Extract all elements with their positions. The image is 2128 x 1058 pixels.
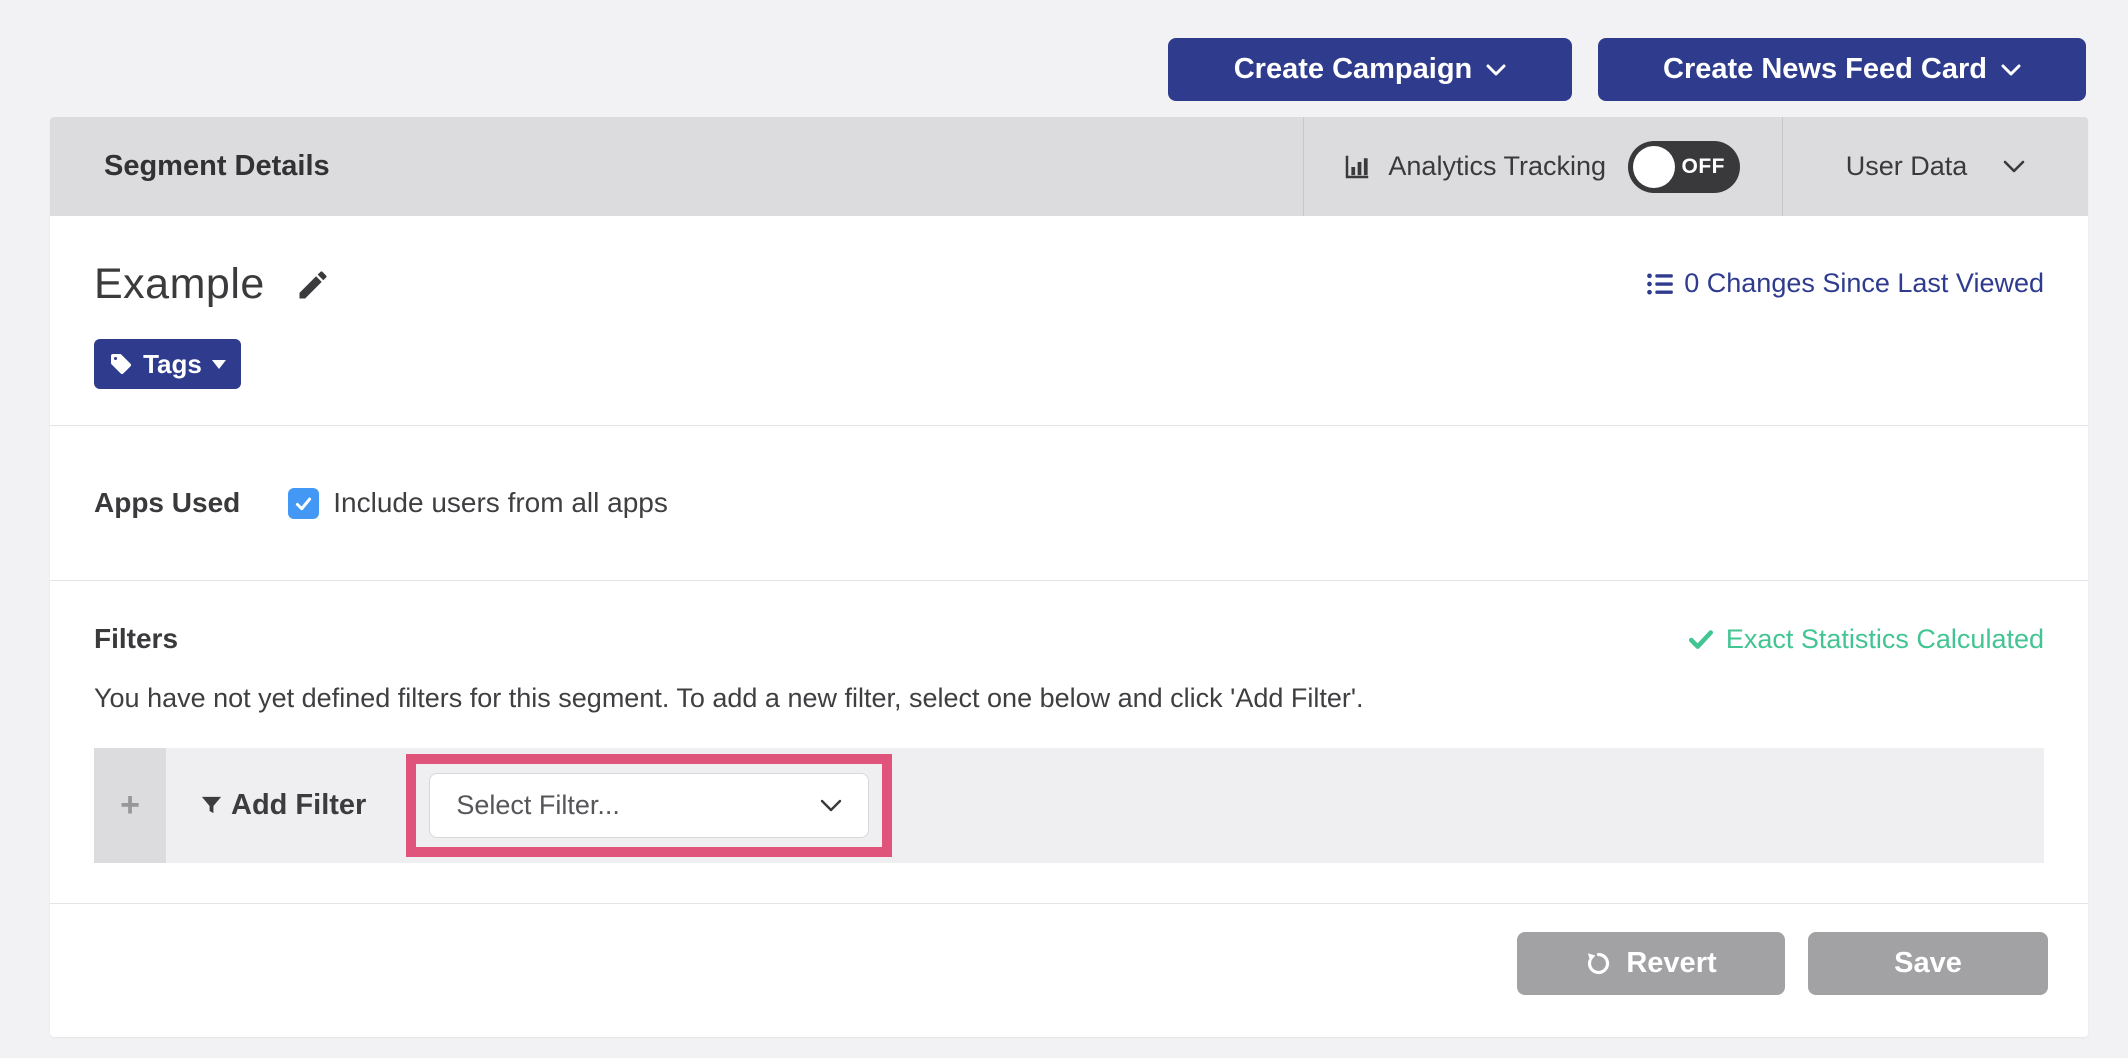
- funnel-icon: [200, 794, 223, 817]
- create-campaign-label: Create Campaign: [1234, 53, 1473, 86]
- exact-statistics-label: Exact Statistics Calculated: [1726, 624, 2044, 655]
- analytics-tracking-label: Analytics Tracking: [1388, 151, 1606, 182]
- analytics-tracking-toggle[interactable]: OFF: [1628, 141, 1740, 193]
- list-icon: [1646, 270, 1674, 298]
- analytics-tracking-section: Analytics Tracking OFF: [1303, 117, 1782, 216]
- changes-link-text: 0 Changes Since Last Viewed: [1684, 268, 2044, 299]
- segment-name-text: Example: [94, 260, 265, 309]
- footer-actions: Revert Save: [50, 903, 2088, 1037]
- chevron-down-icon: [2001, 64, 2021, 76]
- create-news-feed-label: Create News Feed Card: [1663, 53, 1987, 86]
- page-title: Segment Details: [50, 117, 1303, 216]
- top-action-bar: Create Campaign Create News Feed Card: [1168, 38, 2086, 101]
- card-header: Segment Details Analytics Tracking OFF U…: [50, 117, 2088, 216]
- plus-icon: +: [120, 786, 140, 825]
- add-filter-row: + Add Filter Select Filter...: [94, 748, 2044, 863]
- save-button[interactable]: Save: [1808, 932, 2048, 995]
- tags-label: Tags: [143, 349, 202, 380]
- chevron-down-icon: [1486, 64, 1506, 76]
- chevron-down-icon: [2003, 160, 2025, 173]
- check-icon: [1688, 626, 1714, 652]
- caret-down-icon: [212, 360, 226, 369]
- create-news-feed-card-button[interactable]: Create News Feed Card: [1598, 38, 2086, 101]
- toggle-knob: [1633, 146, 1675, 188]
- add-filter-label: Add Filter: [231, 789, 366, 822]
- segment-title-section: Example 0 Changes Since Last View: [50, 216, 2088, 425]
- apps-used-section: Apps Used Include users from all apps: [50, 425, 2088, 580]
- changes-since-last-viewed-link[interactable]: 0 Changes Since Last Viewed: [1646, 268, 2044, 299]
- toggle-state-label: OFF: [1682, 155, 1726, 179]
- tag-icon: [109, 352, 133, 376]
- add-filter-plus-button[interactable]: +: [94, 748, 166, 863]
- filters-description: You have not yet defined filters for thi…: [94, 683, 2044, 714]
- apps-used-label: Apps Used: [94, 487, 240, 519]
- revert-icon: [1585, 950, 1612, 977]
- include-all-apps-checkbox[interactable]: [288, 488, 319, 519]
- include-all-apps-label: Include users from all apps: [333, 487, 668, 519]
- add-filter-button[interactable]: Add Filter: [200, 789, 366, 822]
- user-data-dropdown[interactable]: User Data: [1782, 117, 2088, 216]
- exact-statistics-status: Exact Statistics Calculated: [1688, 624, 2044, 655]
- select-filter-placeholder: Select Filter...: [456, 790, 620, 821]
- create-campaign-button[interactable]: Create Campaign: [1168, 38, 1572, 101]
- tags-button[interactable]: Tags: [94, 339, 241, 389]
- user-data-label: User Data: [1846, 151, 1968, 182]
- save-label: Save: [1894, 947, 1962, 980]
- select-filter-highlight-box: Select Filter...: [406, 754, 892, 857]
- filters-section: Filters Exact Statistics Calculated You …: [50, 580, 2088, 903]
- revert-button[interactable]: Revert: [1517, 932, 1785, 995]
- revert-label: Revert: [1626, 947, 1716, 980]
- filters-title: Filters: [94, 623, 178, 655]
- segment-details-card: Segment Details Analytics Tracking OFF U…: [50, 117, 2088, 1037]
- select-filter-dropdown[interactable]: Select Filter...: [429, 773, 869, 838]
- bar-chart-icon: [1342, 152, 1372, 182]
- segment-name: Example: [94, 260, 331, 309]
- chevron-down-icon: [820, 799, 842, 812]
- edit-pencil-icon[interactable]: [295, 267, 331, 303]
